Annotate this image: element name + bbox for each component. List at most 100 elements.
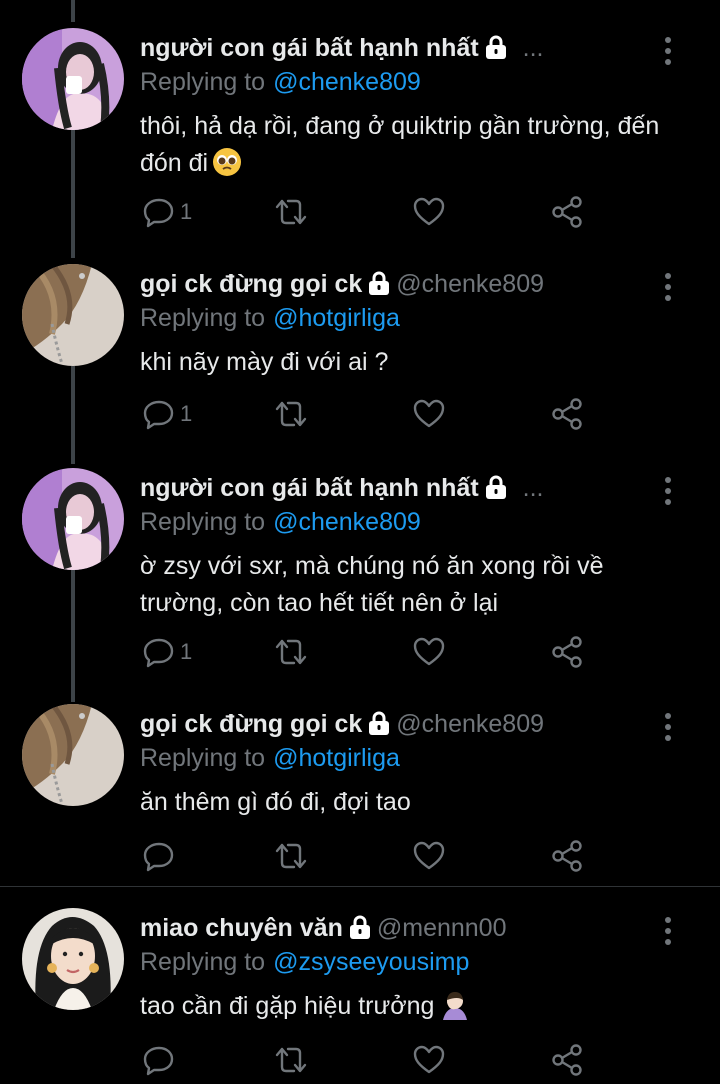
retweet-button[interactable] (272, 394, 310, 434)
lock-icon (368, 711, 390, 743)
like-button[interactable] (412, 836, 446, 876)
header-ellipsis: ... (522, 474, 544, 502)
avatar[interactable] (22, 264, 124, 366)
tweet-text: khi nãy mày đi với ai ? (140, 348, 389, 376)
reply-icon (143, 198, 174, 228)
like-icon (413, 197, 445, 226)
avatar[interactable] (22, 704, 124, 806)
retweet-button[interactable] (272, 632, 310, 672)
tweet-actions (140, 1040, 680, 1080)
tweet-header: người con gái bất hạnh nhất... (140, 32, 650, 67)
like-button[interactable] (412, 394, 446, 434)
reply-button[interactable]: 1 (142, 394, 192, 434)
lock-icon (349, 915, 371, 947)
mention-link[interactable]: @zsyseeyousimp (273, 948, 469, 976)
more-icon[interactable] (656, 34, 680, 68)
tweet-text-wrap: ăn thêm gì đó đi, đợi tao (140, 784, 680, 821)
username[interactable]: @chenke809 (396, 270, 544, 298)
like-icon (413, 1045, 445, 1074)
tweet[interactable]: gọi ck đừng gọi ck @chenke809 Replying to… (0, 700, 720, 886)
lock-icon (485, 35, 507, 67)
tweet-actions: 1 (140, 632, 680, 672)
display-name[interactable]: miao chuyên văn (140, 914, 343, 942)
pleading-face-emoji (212, 147, 242, 188)
reply-icon (143, 638, 174, 668)
tweet-text: ờ zsy với sxr, mà chúng nó ăn xong rồi v… (140, 552, 604, 617)
retweet-button[interactable] (272, 1040, 310, 1080)
username[interactable]: @mennn00 (377, 914, 507, 942)
more-icon[interactable] (656, 710, 680, 744)
like-button[interactable] (412, 192, 446, 232)
replying-to: Replying to @chenke809 (140, 506, 421, 538)
person-facepalming-emoji (438, 990, 472, 1031)
replying-label: Replying to (140, 948, 266, 976)
display-name[interactable]: gọi ck đừng gọi ck (140, 270, 362, 298)
retweet-icon (275, 401, 307, 427)
replying-label: Replying to (140, 304, 266, 332)
reply-button[interactable]: 1 (142, 632, 192, 672)
replying-label: Replying to (140, 508, 266, 536)
reply-count: 1 (180, 639, 193, 664)
mention-link[interactable]: @chenke809 (273, 508, 421, 536)
tweet[interactable]: gọi ck đừng gọi ck @chenke809 Replying to… (0, 260, 720, 460)
tweet[interactable]: người con gái bất hạnh nhất... Replying … (0, 464, 720, 700)
avatar[interactable] (22, 468, 124, 570)
avatar[interactable] (22, 28, 124, 130)
thread-line (71, 0, 75, 22)
header-ellipsis: ... (522, 34, 544, 62)
display-name[interactable]: gọi ck đừng gọi ck (140, 710, 362, 738)
tweet-header: gọi ck đừng gọi ck @chenke809 (140, 268, 650, 303)
mention-link[interactable]: @chenke809 (273, 68, 421, 96)
retweet-icon (275, 1047, 307, 1073)
retweet-icon (275, 639, 307, 665)
tweet-text-wrap: tao cần đi gặp hiệu trưởng (140, 988, 680, 1031)
replying-to: Replying to @hotgirliga (140, 742, 400, 774)
tweet-actions (140, 836, 680, 876)
share-button[interactable] (550, 1040, 584, 1080)
reply-button[interactable] (142, 836, 180, 876)
tweet[interactable]: miao chuyên văn @mennn00 Replying to @zsys… (0, 904, 720, 1084)
tweet[interactable]: người con gái bất hạnh nhất... Replying … (0, 24, 720, 244)
reply-button[interactable] (142, 1040, 180, 1080)
like-icon (413, 841, 445, 870)
divider (0, 886, 720, 887)
lock-icon (485, 475, 507, 507)
tweet-actions: 1 (140, 394, 680, 434)
retweet-icon (275, 199, 307, 225)
more-icon[interactable] (656, 474, 680, 508)
username[interactable]: @chenke809 (396, 710, 544, 738)
replying-to: Replying to @hotgirliga (140, 302, 400, 334)
share-button[interactable] (550, 836, 584, 876)
mention-link[interactable]: @hotgirliga (273, 304, 400, 332)
like-icon (413, 399, 445, 428)
mention-link[interactable]: @hotgirliga (273, 744, 400, 772)
tweet-text-wrap: khi nãy mày đi với ai ? (140, 344, 680, 381)
share-button[interactable] (550, 632, 584, 672)
tweet-header: người con gái bất hạnh nhất... (140, 472, 650, 507)
share-icon (552, 636, 582, 668)
reply-button[interactable]: 1 (142, 192, 192, 232)
replying-label: Replying to (140, 744, 266, 772)
tweet-text: ăn thêm gì đó đi, đợi tao (140, 788, 411, 816)
more-icon[interactable] (656, 270, 680, 304)
replying-to: Replying to @chenke809 (140, 66, 421, 98)
like-icon (413, 637, 445, 666)
like-button[interactable] (412, 1040, 446, 1080)
share-button[interactable] (550, 192, 584, 232)
display-name[interactable]: người con gái bất hạnh nhất (140, 474, 479, 502)
tweet-header: miao chuyên văn @mennn00 (140, 912, 650, 947)
like-button[interactable] (412, 632, 446, 672)
retweet-icon (275, 843, 307, 869)
retweet-button[interactable] (272, 192, 310, 232)
more-icon[interactable] (656, 914, 680, 948)
retweet-button[interactable] (272, 836, 310, 876)
reply-count: 1 (180, 401, 193, 426)
tweet-actions: 1 (140, 192, 680, 232)
share-button[interactable] (550, 394, 584, 434)
replying-to: Replying to @zsyseeyousimp (140, 946, 469, 978)
tweet-text: tao cần đi gặp hiệu trưởng (140, 992, 435, 1020)
avatar[interactable] (22, 908, 124, 1010)
tweet-text-wrap: ờ zsy với sxr, mà chúng nó ăn xong rồi v… (140, 548, 680, 622)
display-name[interactable]: người con gái bất hạnh nhất (140, 34, 479, 62)
replying-label: Replying to (140, 68, 266, 96)
